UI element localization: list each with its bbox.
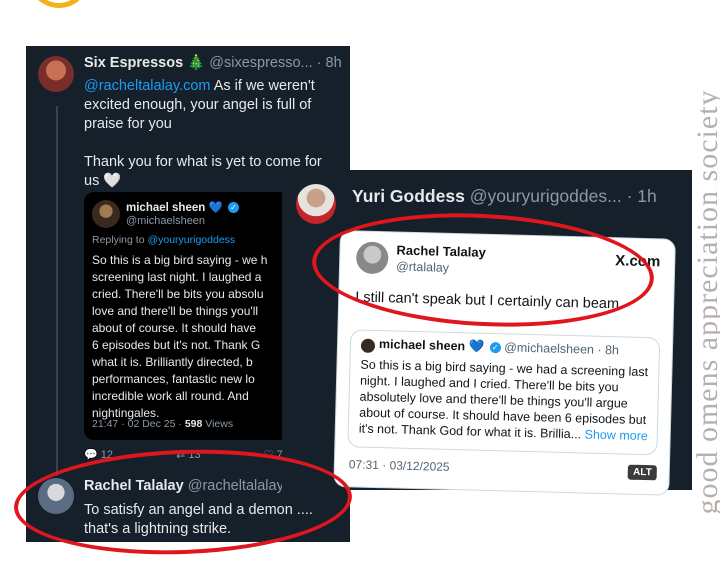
embed-date: 07:31 · 03/12/2025 xyxy=(348,457,450,474)
quoted-tweet[interactable]: michael sheen 💙 ✓ @michaelsheen Replying… xyxy=(84,192,294,440)
inner-quote-text: So this is a big bird saying - we had a … xyxy=(358,357,649,444)
quote-text: So this is a big bird saying - we h scre… xyxy=(92,253,268,420)
replying-to: Replying to @youryurigoddess xyxy=(92,234,236,246)
avatar xyxy=(92,200,120,228)
avatar xyxy=(360,338,376,353)
avatar[interactable] xyxy=(38,478,74,514)
show-more-link: Show more xyxy=(584,427,649,444)
quote-author-name: michael sheen 💙 ✓ xyxy=(126,200,239,214)
author-name[interactable]: Yuri Goddess xyxy=(352,186,465,206)
tweet-header: Six Espressos 🎄 @sixespresso... · 8h xyxy=(84,54,342,71)
inner-quoted-tweet: michael sheen 💙 ✓ @michaelsheen · 8h So … xyxy=(347,329,661,456)
inner-quote-header: michael sheen 💙 ✓ @michaelsheen · 8h xyxy=(378,337,620,358)
avatar[interactable] xyxy=(38,56,74,92)
verified-badge-icon: ✓ xyxy=(228,202,239,214)
embed-text: I still can't speak but I certainly can … xyxy=(355,289,624,313)
reply-text: To satisfy an angel and a demon .... tha… xyxy=(84,502,313,537)
quote-footer: 21:47 · 02 Dec 25 · 598 Views xyxy=(92,418,234,430)
tweet-time[interactable]: · 8h xyxy=(317,55,342,71)
author-name[interactable]: Six Espressos xyxy=(84,55,183,71)
verified-badge-icon: ✓ xyxy=(489,342,501,354)
partial-logo xyxy=(28,0,90,8)
avatar xyxy=(355,241,389,275)
reply-count[interactable]: 💬 12 xyxy=(84,449,143,461)
tree-emoji: 🎄 xyxy=(187,55,206,71)
tweet-time[interactable]: · 1h xyxy=(627,186,657,206)
side-caption: good omens appreciation society xyxy=(691,89,720,515)
author-handle[interactable]: @youryurigoddes... xyxy=(470,186,622,206)
reply-author-handle[interactable]: @racheltalalay... xyxy=(188,478,295,494)
thread-line xyxy=(56,106,58,476)
embed-author-handle: @rtalalay xyxy=(395,259,450,275)
alt-badge: ALT xyxy=(627,464,657,481)
quote-author-handle: @michaelsheen xyxy=(126,215,206,227)
repost-count[interactable]: ⇄ 13 xyxy=(176,449,231,461)
reply-author-name[interactable]: Rachel Talalay xyxy=(84,478,184,494)
embedded-tweet-image[interactable]: Rachel Talalay @rtalalay X.com I still c… xyxy=(333,230,676,496)
author-handle[interactable]: @sixespresso... xyxy=(209,55,312,71)
tweet-header: Yuri Goddess @youryurigoddes... · 1h xyxy=(352,186,657,207)
embed-author-name: Rachel Talalay xyxy=(396,242,487,260)
x-logo-text: X.com xyxy=(615,252,661,271)
mention-link[interactable]: @racheltalalay.com xyxy=(84,78,210,94)
avatar[interactable] xyxy=(296,184,336,224)
